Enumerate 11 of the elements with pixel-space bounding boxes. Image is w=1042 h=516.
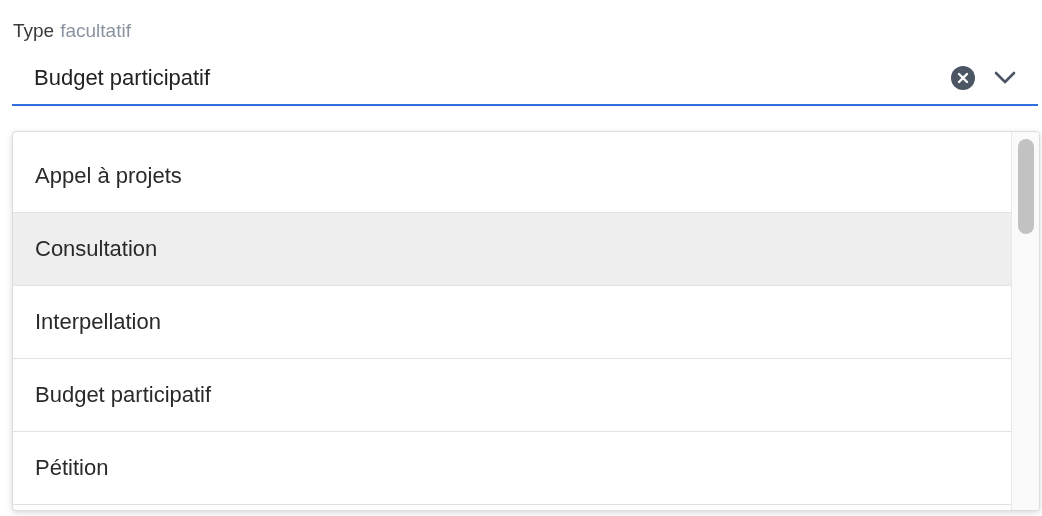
- dropdown-option[interactable]: Consultation: [13, 213, 1011, 286]
- chevron-down-icon[interactable]: [994, 71, 1016, 85]
- scrollbar[interactable]: [1011, 132, 1039, 510]
- select-field[interactable]: Budget participatif: [12, 52, 1038, 106]
- optional-hint: facultatif: [60, 20, 131, 42]
- dropdown-option[interactable]: Budget participatif: [13, 359, 1011, 432]
- dropdown-option[interactable]: Appel à projets: [13, 140, 1011, 213]
- field-label: Type: [13, 20, 55, 42]
- dropdown-option[interactable]: Pétition: [13, 432, 1011, 505]
- dropdown-option[interactable]: Interpellation: [13, 286, 1011, 359]
- clear-icon[interactable]: [950, 65, 976, 91]
